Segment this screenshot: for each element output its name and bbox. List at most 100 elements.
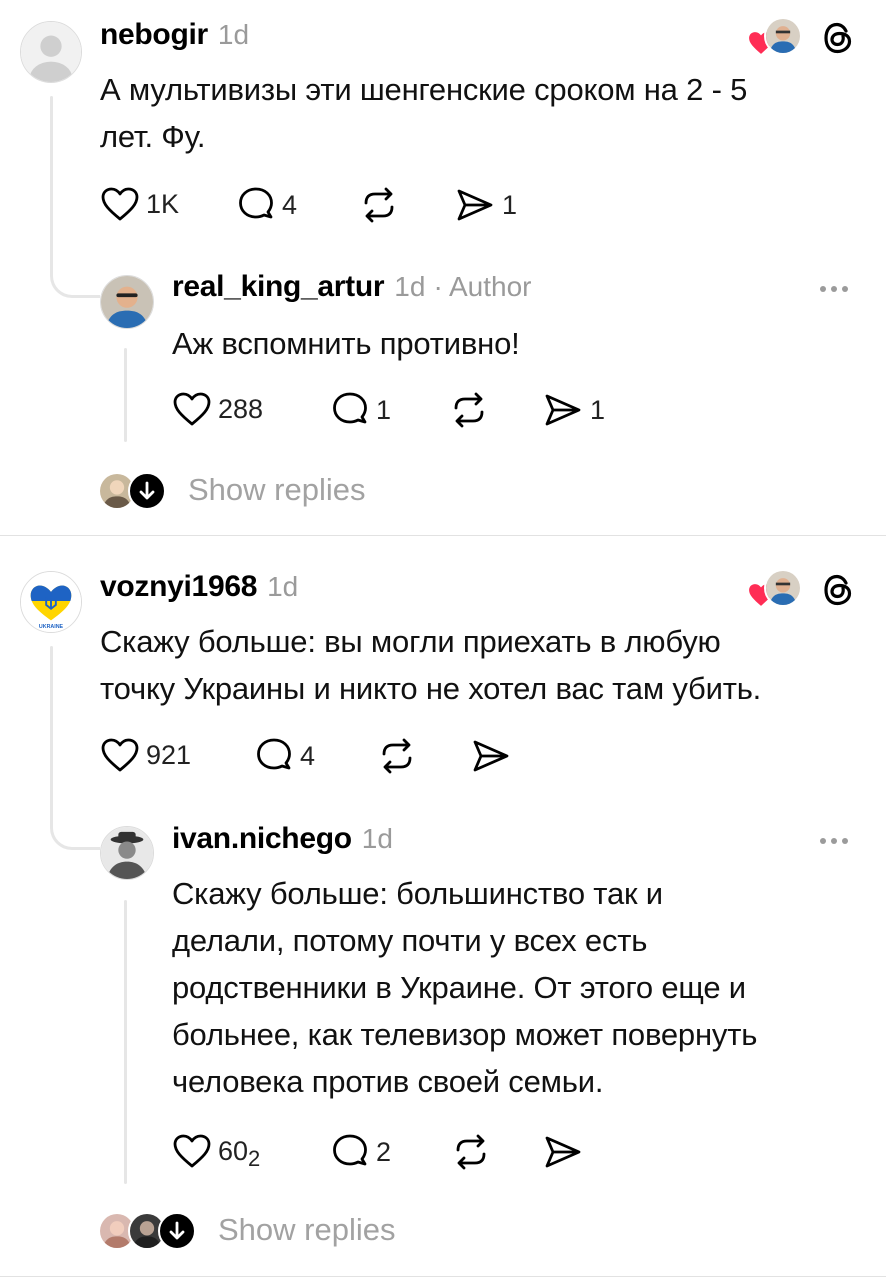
post-divider bbox=[0, 535, 886, 536]
thread-line bbox=[50, 96, 53, 276]
text-line: делали, потому почти у всех есть bbox=[172, 923, 648, 958]
avatar-label: UKRAINE bbox=[39, 624, 64, 630]
chevron-down-icon bbox=[158, 1212, 196, 1250]
chevron-down-icon bbox=[128, 472, 166, 510]
like-count: 60 bbox=[218, 1135, 249, 1166]
reply-count: 2 bbox=[376, 1136, 392, 1167]
share-icon bbox=[457, 189, 493, 221]
ukraine-heart-avatar: UKRAINE bbox=[21, 572, 81, 632]
like-count: 288 bbox=[218, 393, 264, 424]
show-replies-row[interactable]: Show replies bbox=[98, 470, 418, 512]
text-line: Скажу больше: большинство так и bbox=[172, 876, 663, 911]
text-line: А мультивизы эти шенгенские сроком на 2 … bbox=[100, 72, 748, 107]
threads-logo-icon[interactable] bbox=[820, 20, 856, 56]
thread-curve bbox=[50, 250, 100, 298]
reply-text: Аж вспомнить противно! bbox=[172, 320, 852, 367]
share-icon bbox=[545, 1136, 581, 1168]
comment-button[interactable]: 2 bbox=[330, 1133, 391, 1171]
share-count: 1 bbox=[502, 189, 518, 220]
profile-photo bbox=[101, 276, 153, 328]
thread-line bbox=[124, 348, 127, 442]
comment-icon bbox=[333, 392, 367, 424]
share-icon bbox=[473, 740, 509, 772]
heart-icon bbox=[101, 187, 139, 221]
avatar-nebogir[interactable] bbox=[20, 21, 82, 83]
thread-line bbox=[50, 646, 53, 826]
reply-text: Скажу больше: большинство так и делали, … bbox=[172, 870, 872, 1105]
like-button[interactable]: 921 bbox=[100, 737, 191, 773]
heart-icon bbox=[173, 392, 211, 426]
reply-header: ivan.nichego 1d bbox=[172, 822, 393, 856]
threads-logo-icon[interactable] bbox=[820, 572, 856, 608]
like-count: 921 bbox=[146, 739, 192, 770]
text-line: Скажу больше: вы могли приехать в любую bbox=[100, 624, 721, 659]
text-line: родственники в Украине. От этого еще и bbox=[172, 970, 746, 1005]
author-tag: · Author bbox=[433, 271, 532, 302]
share-button[interactable] bbox=[542, 1133, 584, 1171]
like-button[interactable]: 60 2 bbox=[172, 1133, 261, 1171]
liked-by-indicator[interactable] bbox=[748, 17, 804, 57]
reply-count: 1 bbox=[376, 394, 392, 425]
share-button[interactable] bbox=[470, 737, 512, 775]
comment-button[interactable]: 1 bbox=[330, 391, 391, 429]
default-avatar-icon bbox=[21, 22, 81, 82]
liker-avatar bbox=[764, 17, 802, 55]
liked-by-indicator[interactable] bbox=[748, 569, 804, 609]
timestamp: 1d bbox=[361, 823, 393, 854]
thread-curve bbox=[50, 802, 100, 850]
avatar-ivan-nichego[interactable] bbox=[100, 826, 154, 880]
heart-icon bbox=[173, 1134, 211, 1168]
text-line: Аж вспомнить противно! bbox=[172, 326, 520, 361]
show-replies-row[interactable]: Show replies bbox=[98, 1210, 438, 1252]
more-icon[interactable] bbox=[820, 286, 848, 292]
share-button[interactable]: 1 bbox=[454, 186, 517, 224]
username[interactable]: nebogir bbox=[100, 18, 208, 52]
username[interactable]: voznyi1968 bbox=[100, 570, 257, 604]
like-count: 1K bbox=[146, 188, 180, 219]
thread-line bbox=[124, 900, 127, 1184]
post-divider bbox=[0, 1276, 886, 1277]
reply-count: 4 bbox=[300, 740, 316, 771]
comment-icon bbox=[333, 1134, 367, 1166]
username[interactable]: real_king_artur bbox=[172, 270, 385, 304]
comment-icon bbox=[257, 738, 291, 770]
repost-icon bbox=[364, 187, 394, 223]
repost-button[interactable] bbox=[448, 391, 490, 429]
text-line: больнее, как телевизор может повернуть bbox=[172, 1017, 758, 1052]
comment-icon bbox=[239, 187, 273, 219]
share-button[interactable]: 1 bbox=[542, 391, 605, 429]
timestamp: 1d bbox=[217, 19, 250, 50]
liker-avatar bbox=[764, 569, 802, 607]
repost-icon bbox=[454, 392, 484, 428]
repost-button[interactable] bbox=[358, 186, 400, 224]
like-button[interactable]: 288 bbox=[172, 391, 263, 427]
show-replies-link[interactable]: Show replies bbox=[188, 472, 365, 508]
reply-header: real_king_artur 1d · Author bbox=[172, 270, 532, 304]
repost-button[interactable] bbox=[376, 737, 418, 775]
username[interactable]: ivan.nichego bbox=[172, 822, 352, 856]
post-header: nebogir 1d bbox=[100, 18, 249, 52]
text-line: точку Украины и никто не хотел вас там у… bbox=[100, 671, 762, 706]
text-line: человека против своей семьи. bbox=[172, 1064, 604, 1099]
avatar-voznyi1968[interactable]: UKRAINE bbox=[20, 571, 82, 633]
repost-icon bbox=[382, 738, 412, 774]
text-line: лет. Фу. bbox=[100, 119, 206, 154]
comment-button[interactable]: 4 bbox=[236, 186, 297, 224]
timestamp: 1d bbox=[394, 271, 426, 302]
timestamp: 1d bbox=[267, 571, 299, 602]
post-header: voznyi1968 1d bbox=[100, 570, 298, 604]
like-count-sub: 2 bbox=[248, 1146, 261, 1171]
show-replies-link[interactable]: Show replies bbox=[218, 1212, 395, 1248]
comment-button[interactable]: 4 bbox=[254, 737, 315, 775]
share-count: 1 bbox=[590, 394, 606, 425]
repost-icon bbox=[456, 1134, 486, 1170]
profile-photo bbox=[101, 827, 153, 879]
repost-button[interactable] bbox=[450, 1133, 492, 1171]
post-text: А мультивизы эти шенгенские сроком на 2 … bbox=[100, 66, 870, 160]
avatar-real-king-artur[interactable] bbox=[100, 275, 154, 329]
post-text: Скажу больше: вы могли приехать в любую … bbox=[100, 618, 880, 712]
share-icon bbox=[545, 394, 581, 426]
more-icon[interactable] bbox=[820, 838, 848, 844]
like-button[interactable]: 1K bbox=[100, 186, 179, 222]
reply-count: 4 bbox=[282, 189, 298, 220]
